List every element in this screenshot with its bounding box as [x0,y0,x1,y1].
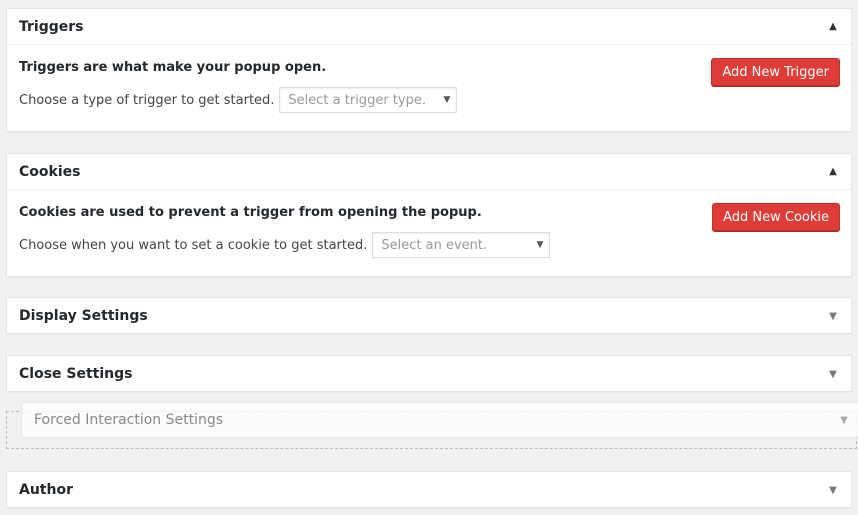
triggers-body: Triggers are what make your popup open. … [7,45,851,125]
author-header[interactable]: Author ▼ [7,472,851,508]
display-settings-header[interactable]: Display Settings ▼ [7,298,851,334]
arrow-up-icon[interactable]: ▲ [827,21,839,32]
cookies-metabox: Cookies ▲ Cookies are used to prevent a … [6,153,852,277]
arrow-down-icon[interactable]: ▼ [827,485,839,496]
forced-interaction-metabox-dragging[interactable]: Forced Interaction Settings ▼ [21,402,858,438]
triggers-choose-label: Choose a type of trigger to get started. [19,92,275,108]
cookies-body: Cookies are used to prevent a trigger fr… [7,190,851,270]
cookie-event-select[interactable]: Select an event. ▼ [372,232,551,258]
close-settings-header[interactable]: Close Settings ▼ [7,356,851,392]
arrow-down-icon[interactable]: ▼ [827,369,839,380]
triggers-choose-row: Choose a type of trigger to get started.… [19,87,839,113]
cookies-choose-row: Choose when you want to set a cookie to … [19,232,839,258]
author-metabox: Author ▼ [6,471,852,508]
arrow-down-icon[interactable]: ▼ [827,311,839,322]
triggers-header[interactable]: Triggers ▲ [7,9,851,45]
forced-interaction-title: Forced Interaction Settings [34,412,224,428]
cookies-header[interactable]: Cookies ▲ [7,154,851,190]
triggers-metabox: Triggers ▲ Triggers are what make your p… [6,8,852,132]
caret-down-icon: ▼ [536,240,544,250]
caret-down-icon: ▼ [443,95,451,105]
trigger-type-select[interactable]: Select a trigger type. ▼ [279,87,458,113]
display-settings-metabox: Display Settings ▼ [6,297,852,334]
cookies-title: Cookies [19,163,81,180]
triggers-title: Triggers [19,18,84,35]
arrow-down-icon[interactable]: ▼ [838,415,850,426]
add-new-trigger-button[interactable]: Add New Trigger [711,58,840,86]
cookies-choose-label: Choose when you want to set a cookie to … [19,237,368,253]
close-settings-metabox: Close Settings ▼ [6,355,852,392]
close-settings-title: Close Settings [19,366,133,382]
author-title: Author [19,482,73,498]
cookie-event-placeholder: Select an event. [381,237,488,253]
add-new-cookie-button[interactable]: Add New Cookie [712,203,840,231]
trigger-type-placeholder: Select a trigger type. [288,92,426,108]
display-settings-title: Display Settings [19,308,148,324]
arrow-up-icon[interactable]: ▲ [827,166,839,177]
